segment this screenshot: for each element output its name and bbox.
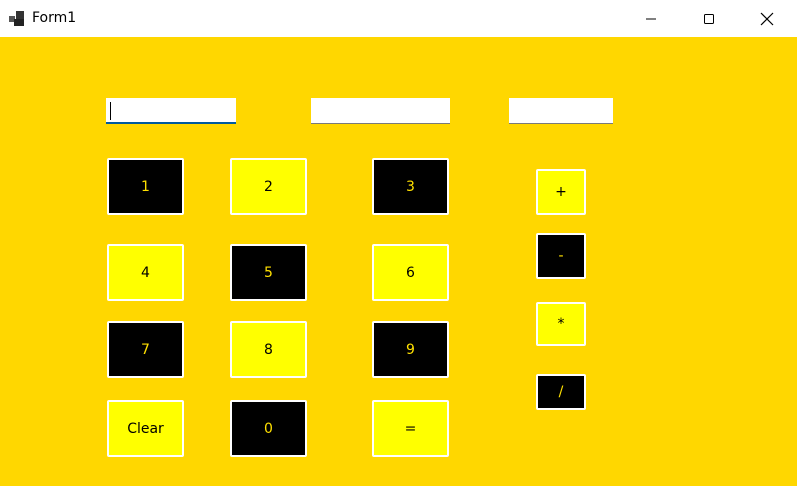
title-bar: Form1 <box>0 0 797 37</box>
divide-button[interactable]: / <box>536 374 586 410</box>
equals-button[interactable]: = <box>372 400 449 457</box>
maximize-button[interactable] <box>680 0 738 37</box>
digit-3-button[interactable]: 3 <box>372 158 449 215</box>
minimize-icon <box>645 13 657 25</box>
app-icon <box>9 11 25 27</box>
form-client-area: 1 2 3 4 5 6 7 8 9 Clear 0 = + - * / <box>0 37 797 486</box>
first-operand-input[interactable] <box>106 98 236 124</box>
minimize-button[interactable] <box>622 0 680 37</box>
subtract-button[interactable]: - <box>536 233 586 279</box>
clear-button[interactable]: Clear <box>107 400 184 457</box>
digit-9-button[interactable]: 9 <box>372 321 449 378</box>
digit-5-button[interactable]: 5 <box>230 244 307 301</box>
close-icon <box>760 12 774 26</box>
digit-1-button[interactable]: 1 <box>107 158 184 215</box>
window-title: Form1 <box>32 10 77 26</box>
text-caret <box>110 102 111 120</box>
digit-7-button[interactable]: 7 <box>107 321 184 378</box>
digit-4-button[interactable]: 4 <box>107 244 184 301</box>
digit-8-button[interactable]: 8 <box>230 321 307 378</box>
digit-6-button[interactable]: 6 <box>372 244 449 301</box>
digit-0-button[interactable]: 0 <box>230 400 307 457</box>
digit-2-button[interactable]: 2 <box>230 158 307 215</box>
multiply-button[interactable]: * <box>536 302 586 346</box>
maximize-icon <box>703 13 715 25</box>
second-operand-input[interactable] <box>311 98 450 124</box>
result-input[interactable] <box>509 98 613 124</box>
close-button[interactable] <box>738 0 796 37</box>
add-button[interactable]: + <box>536 169 586 215</box>
